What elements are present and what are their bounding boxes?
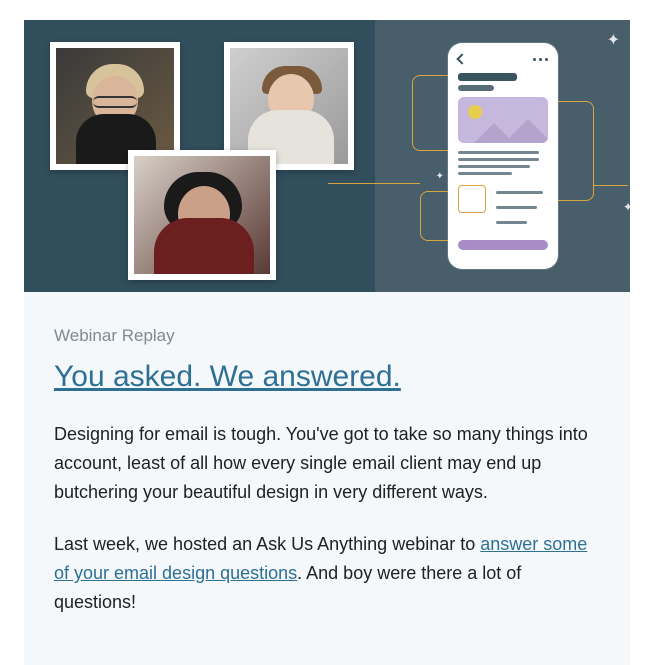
mockup-image-block	[458, 97, 548, 143]
hero-illustration-panel: ✦ ✦ ✦ ✦	[375, 20, 630, 292]
paragraph-2-pre: Last week, we hosted an Ask Us Anything …	[54, 534, 480, 554]
sparkle-icon: ✦	[436, 171, 444, 182]
email-mockup-illustration	[448, 43, 558, 269]
presenter-photo-3	[128, 150, 276, 280]
headline-link[interactable]: You asked. We answered.	[54, 360, 401, 394]
paragraph-1: Designing for email is tough. You've got…	[54, 420, 600, 506]
kicker-label: Webinar Replay	[54, 326, 600, 346]
back-chevron-icon	[456, 53, 467, 64]
sparkle-icon: ✦	[623, 200, 630, 214]
mockup-thumb	[458, 185, 486, 213]
hero-image: ✦ ✦ ✦ ✦	[24, 20, 630, 292]
body-text: Designing for email is tough. You've got…	[54, 420, 600, 617]
more-dots-icon	[533, 58, 548, 61]
paragraph-2: Last week, we hosted an Ask Us Anything …	[54, 530, 600, 616]
sparkle-icon: ✦	[607, 30, 620, 50]
content-body: Webinar Replay You asked. We answered. D…	[24, 292, 630, 665]
hero-photos-panel	[24, 20, 375, 292]
email-card: ✦ ✦ ✦ ✦	[24, 20, 630, 665]
mockup-cta-bar	[458, 240, 548, 250]
